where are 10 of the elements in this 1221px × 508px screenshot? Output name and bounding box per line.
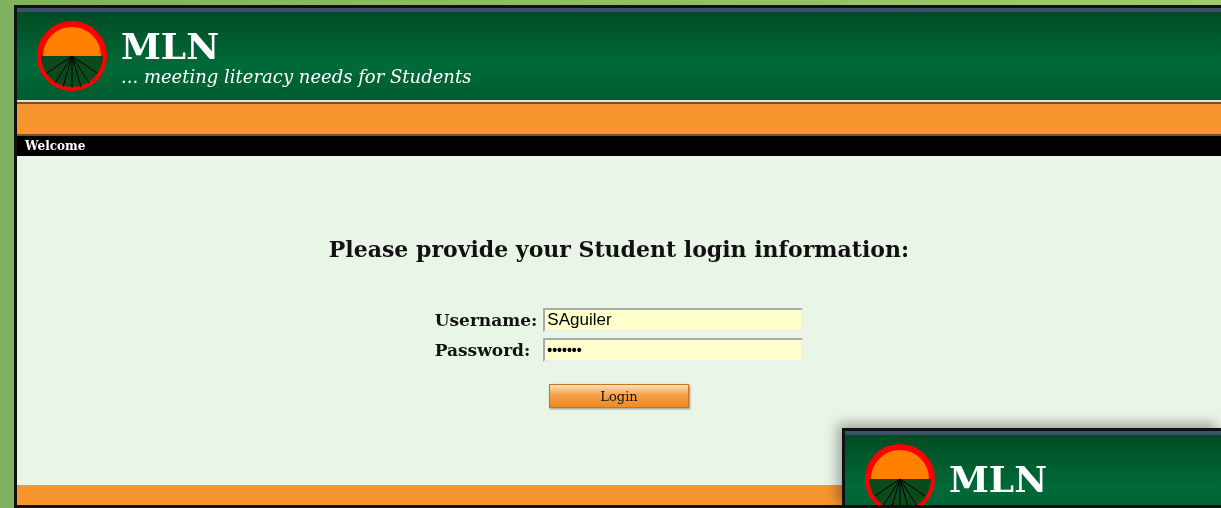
password-field[interactable]: ••••••• [543,338,804,362]
breadcrumb-text: Welcome [25,139,86,153]
username-label: Username: [434,310,538,330]
app-title: MLN [121,25,221,66]
username-field[interactable]: SAguiler [543,308,804,332]
login-button[interactable]: Login [549,384,689,408]
password-label: Password: [434,340,532,360]
login-heading: Please provide your Student login information: [328,236,910,262]
app-tagline: ... meeting literacy needs for Students [121,65,472,87]
app-title: MLN [949,459,1048,499]
